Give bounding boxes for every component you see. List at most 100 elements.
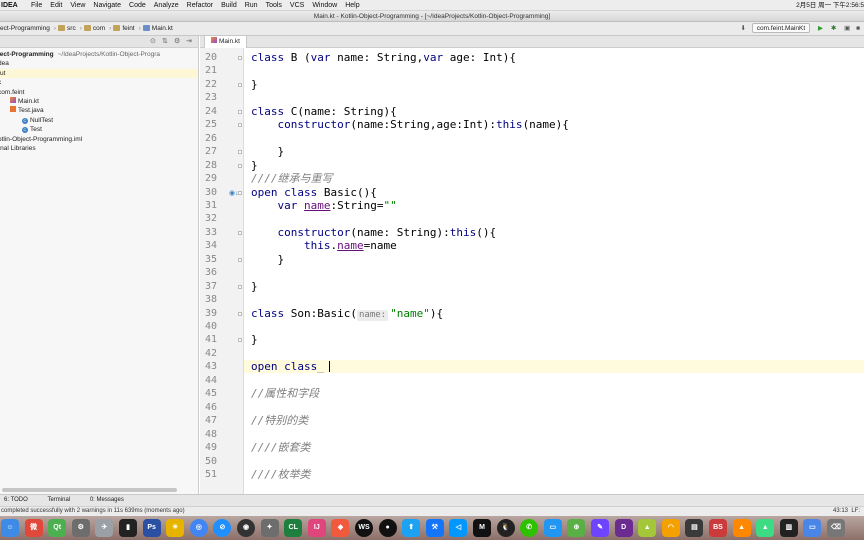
fold-marker[interactable]	[238, 82, 242, 87]
tool-icon[interactable]: ☀	[166, 519, 185, 537]
fold-marker[interactable]	[238, 311, 242, 316]
qt-icon[interactable]: Qt	[48, 519, 67, 537]
safari-icon[interactable]: ⊘	[213, 519, 232, 537]
maps-icon[interactable]: ⊕	[567, 519, 586, 537]
fold-marker[interactable]	[238, 56, 242, 60]
app-icon[interactable]: 微	[24, 519, 43, 537]
wifi-icon[interactable]: ◠	[661, 519, 680, 537]
clock[interactable]: 2月5日 周一 下午2:56:5	[796, 0, 864, 10]
tool-todo[interactable]: 6: TODO	[4, 497, 28, 503]
app-upload-icon[interactable]: ⬆	[402, 519, 421, 537]
system-prefs-icon[interactable]: ⚙	[71, 519, 90, 537]
menu-window[interactable]: Window	[312, 2, 337, 9]
line-number: 50	[204, 455, 217, 467]
caret-position[interactable]: 43:13	[833, 507, 848, 516]
tree-item[interactable]: rnal Libraries	[0, 144, 36, 153]
github-icon[interactable]: ●	[378, 519, 397, 537]
app-menu[interactable]: IDEA	[0, 0, 18, 10]
bluestack-icon[interactable]: BS	[709, 519, 727, 537]
terminal-icon[interactable]: ▮	[119, 519, 137, 537]
ruby-icon[interactable]: ◆	[331, 519, 350, 537]
tree-item[interactable]: otlin-Object-Programming.iml	[0, 135, 82, 144]
tool-messages[interactable]: 0: Messages	[90, 497, 124, 503]
tree-item[interactable]: dea	[0, 59, 9, 68]
tree-item[interactable]: ject-Programming ~/IdeaProjects/Kotlin-Ob…	[0, 50, 160, 59]
collapse-icon[interactable]: ⇅	[162, 36, 168, 48]
code-token: B (	[290, 51, 311, 64]
fold-marker[interactable]	[238, 123, 242, 128]
coverage-icon[interactable]: ▣	[844, 22, 850, 36]
stop-icon[interactable]: ■	[856, 22, 860, 36]
fold-marker[interactable]	[238, 190, 242, 195]
photoshop-icon[interactable]: Ps	[142, 519, 161, 537]
fold-marker[interactable]	[238, 257, 242, 262]
wechat-icon[interactable]: ✆	[520, 519, 539, 537]
code-area[interactable]: class B (var name: String,var age: Int){…	[244, 48, 864, 494]
tool-terminal[interactable]: Terminal	[47, 497, 70, 503]
menu-help[interactable]: Help	[345, 2, 359, 9]
target-icon[interactable]: ⊙	[150, 36, 156, 48]
fold-marker[interactable]	[238, 284, 242, 289]
pen-icon[interactable]: ✎	[591, 519, 609, 537]
menu-view[interactable]: View	[70, 2, 85, 9]
tab-main-kt[interactable]: Main.kt	[204, 36, 247, 48]
slides-icon[interactable]: ▭	[803, 519, 822, 537]
breadcrumb-item[interactable]: Main.kt	[142, 22, 173, 36]
menu-code[interactable]: Code	[129, 2, 146, 9]
webstorm-icon[interactable]: WS	[355, 519, 373, 537]
tree-item[interactable]: com.feint	[0, 88, 24, 97]
menu-build[interactable]: Build	[221, 2, 237, 9]
xcode-icon[interactable]: ⚒	[425, 519, 444, 537]
run-config-select[interactable]: com.feint.MainKt	[751, 23, 811, 34]
trash-icon[interactable]: ⌫	[827, 519, 845, 537]
dash-icon[interactable]: D	[614, 519, 633, 537]
fold-marker[interactable]	[238, 109, 242, 114]
finder-icon[interactable]: ☺	[1, 519, 19, 537]
breadcrumb-item[interactable]: src	[58, 22, 76, 36]
fold-marker[interactable]	[238, 338, 242, 343]
vlc-icon[interactable]: ▲	[732, 519, 751, 537]
menu-run[interactable]: Run	[245, 2, 258, 9]
android-icon[interactable]: ▲	[638, 519, 657, 537]
build-icon[interactable]: ⬇	[741, 22, 746, 36]
screenshot-icon[interactable]: ▭	[543, 519, 562, 537]
debug-icon[interactable]: ✱	[831, 25, 836, 32]
horizontal-scrollbar[interactable]	[0, 488, 198, 492]
clion-icon[interactable]: CL	[284, 519, 303, 537]
launcher-icon[interactable]: ✦	[260, 519, 279, 537]
menu-vcs[interactable]: VCS	[290, 2, 304, 9]
fold-marker[interactable]	[238, 230, 242, 235]
android-studio-icon[interactable]: ▲	[756, 519, 775, 537]
breadcrumb-item[interactable]: com	[83, 22, 105, 36]
dvd-icon[interactable]: ◉	[237, 519, 255, 537]
tree-item[interactable]: c	[0, 78, 1, 87]
run-icon[interactable]: ▶	[818, 25, 823, 32]
menu-tools[interactable]: Tools	[266, 2, 282, 9]
activity-monitor-icon[interactable]: ▥	[779, 519, 798, 537]
settings-icon[interactable]: ⚙	[174, 36, 180, 48]
menu-file[interactable]: File	[31, 2, 42, 9]
breadcrumb-item[interactable]: feint	[113, 22, 135, 36]
hide-icon[interactable]: ⇥	[186, 36, 192, 48]
menu-analyze[interactable]: Analyze	[154, 2, 179, 9]
tree-item[interactable]: C NullTest	[22, 116, 53, 125]
network-icon[interactable]: ▤	[685, 519, 704, 537]
tree-item[interactable]: ut	[0, 68, 198, 78]
intellij-icon[interactable]: IJ	[307, 519, 326, 537]
markdown-icon[interactable]: M	[473, 519, 491, 537]
menu-edit[interactable]: Edit	[50, 2, 62, 9]
qq-icon[interactable]: 🐧	[496, 519, 515, 537]
menu-navigate[interactable]: Navigate	[93, 2, 121, 9]
tree-item[interactable]: Test.java	[10, 106, 44, 115]
chrome-icon[interactable]: ◎	[189, 519, 208, 537]
tree-item[interactable]: C Test	[22, 125, 42, 134]
menu-refactor[interactable]: Refactor	[187, 2, 213, 9]
breadcrumb-item[interactable]: ect-Programming	[0, 22, 50, 36]
rocket-icon[interactable]: ✈	[95, 519, 114, 537]
line-number: 35	[204, 253, 217, 265]
line-separator[interactable]: LF:	[851, 507, 860, 516]
tree-item[interactable]: Main.kt	[10, 97, 39, 106]
fold-marker[interactable]	[238, 150, 242, 155]
fold-marker[interactable]	[238, 163, 242, 168]
vscode-icon[interactable]: ◁	[449, 519, 468, 537]
